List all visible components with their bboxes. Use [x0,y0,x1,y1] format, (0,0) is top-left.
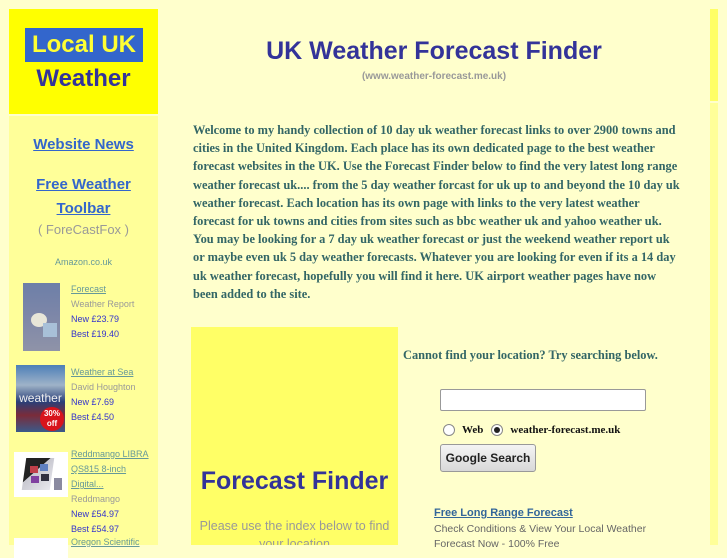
right-strip-top [710,9,718,101]
product-info: Weather at Sea David Houghton New £7.69 … [71,365,136,425]
toolbar-link[interactable]: Toolbar [9,200,158,217]
book-cover-icon[interactable] [23,283,60,351]
google-search-button[interactable]: Google Search [440,444,536,472]
product-title-link[interactable]: QS815 8-inch [71,462,149,477]
forecast-finder-panel: Forecast Finder Please use the index bel… [191,327,398,545]
product-info: Forecast Weather Report New £23.79 Best … [71,282,134,342]
radio-site-label[interactable]: weather-forecast.me.uk [510,424,620,436]
product-icon[interactable] [14,538,68,558]
product-title-link[interactable]: Forecast [71,282,134,297]
product-author: Weather Report [71,299,135,309]
product-new-price: New £54.97 [71,509,120,519]
google-search-input[interactable] [440,389,646,411]
book-cover-icon[interactable]: weather 30% off [16,365,65,432]
product-new-price: New £7.69 [71,397,115,407]
intro-paragraph: Welcome to my handy collection of 10 day… [193,123,680,301]
page-title: UK Weather Forecast Finder [266,37,602,65]
discount-badge: 30% off [40,407,64,431]
right-strip-bottom [710,103,718,545]
radio-web[interactable] [443,424,455,436]
site-logo[interactable]: Local UK Weather [9,9,158,114]
product-title-link[interactable]: Reddmango LIBRA [71,447,149,462]
product-best-price: Best £19.40 [71,329,120,339]
page-subtitle: (www.weather-forecast.me.uk) [361,71,507,82]
search-scope-radio-group: Web weather-forecast.me.uk [443,424,628,436]
website-news-link[interactable]: Website News [9,136,158,153]
search-prompt: Cannot find your location? Try searching… [403,348,658,362]
left-sidebar: Website News Free Weather Toolbar ( Fore… [9,116,158,558]
long-range-forecast-ad-link[interactable]: Free Long Range Forecast [434,507,573,519]
forecast-finder-title: Forecast Finder [200,467,389,495]
product-title-link[interactable]: Weather at Sea [71,365,136,380]
logo-line-2: Weather [36,65,131,92]
product-new-price: New £23.79 [71,314,120,324]
forecast-finder-note: Please use the index below to find your … [199,519,390,545]
toolbar-note: ( ForeCastFox ) [37,222,129,237]
radio-site[interactable] [491,424,504,436]
product-title-link[interactable]: Digital... [71,477,149,492]
product-info: Reddmango LIBRA QS815 8-inch Digital... … [71,447,149,537]
ad-description: Check Conditions & View Your Local Weath… [434,523,647,550]
photo-frame-icon[interactable] [14,452,68,497]
radio-web-label[interactable]: Web [462,424,483,436]
product-author: David Houghton [71,382,136,392]
amazon-label[interactable]: Amazon.co.uk [9,257,158,267]
logo-line-1: Local UK [25,28,143,62]
book-cover-title: weather [19,391,62,405]
free-weather-toolbar-link[interactable]: Free Weather [9,176,158,193]
product-best-price: Best £4.50 [71,412,115,422]
product-title-link[interactable]: Oregon Scientific [71,535,140,550]
product-info: Oregon Scientific [71,535,140,550]
product-author: Reddmango [71,494,121,504]
